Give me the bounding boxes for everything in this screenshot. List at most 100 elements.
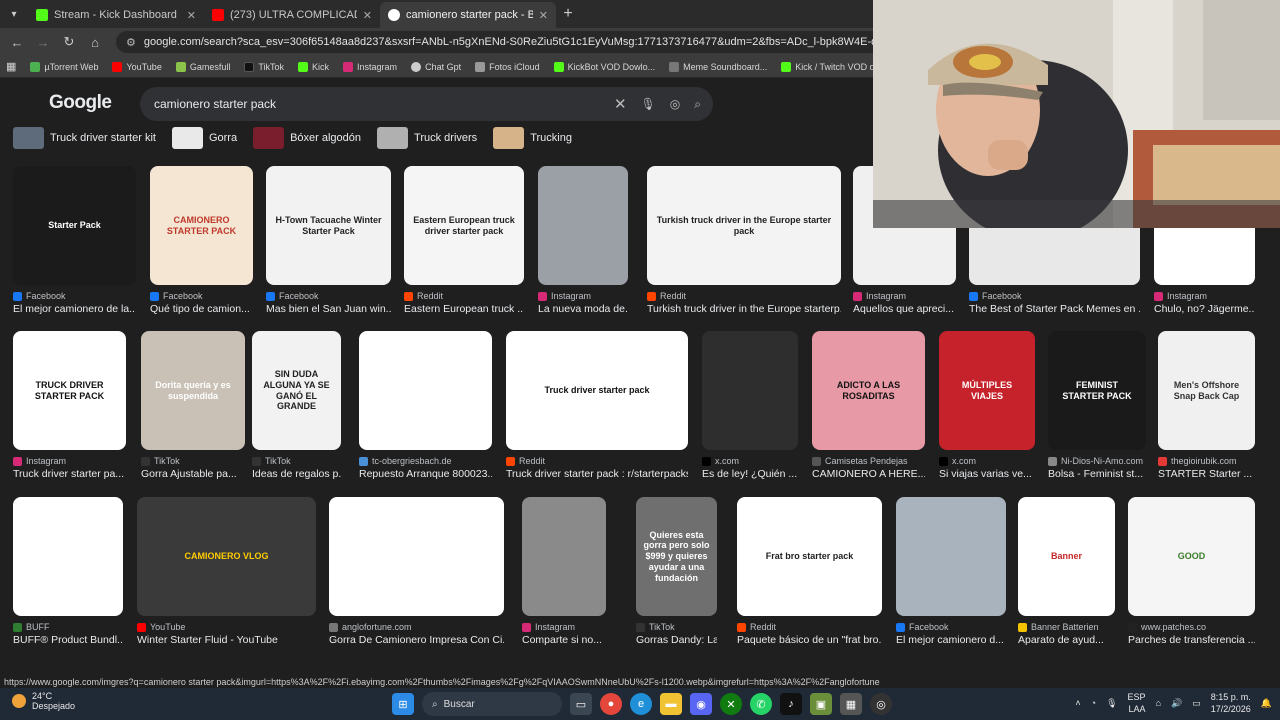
xbox-icon[interactable]: ✕ bbox=[720, 693, 742, 715]
forward-button[interactable]: → bbox=[32, 31, 54, 53]
result-source[interactable]: TikTok bbox=[141, 456, 180, 466]
image-result[interactable]: Frat bro starter pack Reddit Paquete básic… bbox=[737, 497, 882, 654]
result-thumbnail[interactable]: H-Town Tacuache Winter Starter Pack bbox=[266, 166, 391, 285]
result-thumbnail[interactable]: CAMIONERO VLOG bbox=[137, 497, 316, 616]
result-source[interactable]: BUFF bbox=[13, 622, 50, 632]
image-result[interactable]: FEMINIST STARTER PACK Ni-Dios-Ni-Amo.com B… bbox=[1048, 331, 1146, 488]
result-source[interactable]: Facebook bbox=[969, 291, 1022, 301]
result-caption[interactable]: Gorra Ajustable pa... bbox=[141, 468, 245, 480]
result-source[interactable]: Reddit bbox=[404, 291, 443, 301]
search-input[interactable]: camionero starter pack ✕ 🎙 ◎ ⌕ bbox=[140, 87, 713, 121]
image-result[interactable]: CAMIONERO STARTER PACK Facebook Qué tipo d… bbox=[150, 166, 253, 323]
whatsapp-icon[interactable]: ✆ bbox=[750, 693, 772, 715]
result-caption[interactable]: Gorras Dandy: Las... bbox=[636, 634, 717, 646]
result-caption[interactable]: Aquellos que apreci... bbox=[853, 303, 956, 315]
battery-icon[interactable]: ▭ bbox=[1192, 698, 1201, 709]
result-source[interactable]: Ni-Dios-Ni-Amo.com bbox=[1048, 456, 1143, 466]
result-caption[interactable]: Chulo, no? Jägerme... bbox=[1154, 303, 1255, 315]
image-result[interactable]: Turkish truck driver in the Europe start… bbox=[647, 166, 841, 323]
result-thumbnail[interactable] bbox=[538, 166, 628, 285]
result-caption[interactable]: El mejor camionero de la... bbox=[13, 303, 136, 315]
task-view-icon[interactable]: ▭ bbox=[570, 693, 592, 715]
notification-icon[interactable]: 🔔 bbox=[1261, 698, 1272, 709]
result-thumbnail[interactable]: CAMIONERO STARTER PACK bbox=[150, 166, 253, 285]
image-result[interactable]: Instagram Comparte si no... bbox=[522, 497, 606, 654]
result-thumbnail[interactable] bbox=[13, 497, 123, 616]
result-caption[interactable]: STARTER Starter ... bbox=[1158, 468, 1255, 480]
result-caption[interactable]: Mas bien el San Juan win... bbox=[266, 303, 391, 315]
result-caption[interactable]: Repuesto Arranque 800023... bbox=[359, 468, 492, 480]
volume-icon[interactable]: 🔊 bbox=[1171, 698, 1182, 709]
result-caption[interactable]: The Best of Starter Pack Memes en ... bbox=[969, 303, 1140, 315]
result-caption[interactable]: Qué tipo de camion... bbox=[150, 303, 253, 315]
chip-trucking[interactable]: Trucking bbox=[493, 126, 578, 150]
result-source[interactable]: Reddit bbox=[647, 291, 686, 301]
image-result[interactable]: GOOD www.patches.co Parches de transferenc… bbox=[1128, 497, 1255, 654]
image-result[interactable]: Starter Pack Facebook El mejor camionero d… bbox=[13, 166, 136, 323]
result-thumbnail[interactable]: SIN DUDA ALGUNA YA SE GANÓ EL GRANDE bbox=[252, 331, 341, 450]
result-thumbnail[interactable]: Truck driver starter pack bbox=[506, 331, 688, 450]
result-source[interactable]: www.patches.co bbox=[1128, 622, 1206, 632]
bookmark-kickbot[interactable]: KickBot VOD Dowlo... bbox=[553, 61, 655, 72]
result-thumbnail[interactable]: Quieres esta gorra pero solo $999 y quie… bbox=[636, 497, 717, 616]
result-source[interactable]: Facebook bbox=[896, 622, 949, 632]
result-source[interactable]: x.com bbox=[939, 456, 976, 466]
result-thumbnail[interactable]: FEMINIST STARTER PACK bbox=[1048, 331, 1146, 450]
result-source[interactable]: Instagram bbox=[522, 622, 575, 632]
result-source[interactable]: TikTok bbox=[636, 622, 675, 632]
result-source[interactable]: anglofortune.com bbox=[329, 622, 412, 632]
image-result[interactable]: Dorita quería y es suspendida TikTok Gorra… bbox=[141, 331, 245, 488]
bookmark-utorrent[interactable]: µTorrent Web bbox=[30, 61, 98, 72]
image-result[interactable]: x.com Es de ley! ¿Quién ... bbox=[702, 331, 798, 488]
result-caption[interactable]: Gorra De Camionero Impresa Con Ci... bbox=[329, 634, 504, 646]
close-icon[interactable]: ✕ bbox=[187, 9, 196, 22]
bookmark-kick[interactable]: Kick bbox=[298, 61, 329, 72]
home-button[interactable]: ⌂ bbox=[84, 31, 106, 53]
clock[interactable]: 8:15 p. m. 17/2/2026 bbox=[1211, 691, 1251, 715]
bookmark-instagram[interactable]: Instagram bbox=[343, 61, 397, 72]
tiktok-icon[interactable]: ♪ bbox=[780, 693, 802, 715]
new-tab-button[interactable]: + bbox=[556, 5, 580, 23]
clear-icon[interactable]: ✕ bbox=[614, 95, 627, 113]
result-source[interactable]: Instagram bbox=[1154, 291, 1207, 301]
tab-youtube[interactable]: (273) ULTRA COMPLICADO REA ✕ bbox=[204, 2, 380, 28]
result-caption[interactable]: Aparato de ayud... bbox=[1018, 634, 1115, 646]
result-caption[interactable]: Parches de transferencia ... bbox=[1128, 634, 1255, 646]
image-result[interactable]: Eastern European truck driver starter pa… bbox=[404, 166, 524, 323]
image-result[interactable]: MÚLTIPLES VIAJES x.com Si viajas varias ve… bbox=[939, 331, 1035, 488]
result-source[interactable]: YouTube bbox=[137, 622, 185, 632]
result-source[interactable]: TikTok bbox=[252, 456, 291, 466]
file-explorer-icon[interactable]: ▬ bbox=[660, 693, 682, 715]
tab-kick-dashboard[interactable]: Stream - Kick Dashboard ✕ bbox=[28, 2, 204, 28]
bookmark-tiktok[interactable]: TikTok bbox=[244, 61, 284, 72]
bookmark-gamesfull[interactable]: Gamesfull bbox=[175, 61, 230, 72]
chevron-up-icon[interactable]: ˄ bbox=[1075, 698, 1080, 708]
result-caption[interactable]: Ideas de regalos p... bbox=[252, 468, 341, 480]
result-caption[interactable]: Turkish truck driver in the Europe start… bbox=[647, 303, 841, 315]
result-source[interactable]: Camisetas Pendejas bbox=[812, 456, 908, 466]
result-thumbnail[interactable] bbox=[702, 331, 798, 450]
result-caption[interactable]: Eastern European truck ... bbox=[404, 303, 524, 315]
image-result[interactable]: Men's Offshore Snap Back Cap thegioirubik… bbox=[1158, 331, 1255, 488]
image-result[interactable]: BUFF BUFF® Product Bundl... bbox=[13, 497, 123, 654]
close-icon[interactable]: ✕ bbox=[539, 9, 548, 22]
image-result[interactable]: CAMIONERO VLOG YouTube Winter Starter Flui… bbox=[137, 497, 316, 654]
image-result[interactable]: Banner Banner Batterien Aparato de ayud... bbox=[1018, 497, 1115, 654]
address-bar[interactable]: ⚙ google.com/search?sca_esv=306f65148aa8… bbox=[116, 31, 886, 53]
result-thumbnail[interactable]: Men's Offshore Snap Back Cap bbox=[1158, 331, 1255, 450]
minecraft-icon[interactable]: ▣ bbox=[810, 693, 832, 715]
tab-google-search[interactable]: camionero starter pack - Busca ✕ bbox=[380, 2, 556, 28]
result-caption[interactable]: Winter Starter Fluid - YouTube bbox=[137, 634, 316, 646]
result-thumbnail[interactable] bbox=[522, 497, 606, 616]
reload-button[interactable]: ↻ bbox=[58, 31, 80, 53]
search-icon[interactable]: ⌕ bbox=[694, 97, 701, 112]
result-caption[interactable]: Es de ley! ¿Quién ... bbox=[702, 468, 798, 480]
tab-search-icon[interactable]: ▾ bbox=[0, 0, 28, 28]
bookmark-chatgpt[interactable]: Chat Gpt bbox=[411, 61, 461, 72]
google-logo[interactable]: Google bbox=[49, 92, 112, 114]
bookmark-soundboard[interactable]: Meme Soundboard... bbox=[669, 61, 767, 72]
back-button[interactable]: ← bbox=[6, 31, 28, 53]
close-icon[interactable]: ✕ bbox=[363, 9, 372, 22]
result-thumbnail[interactable]: GOOD bbox=[1128, 497, 1255, 616]
apps-icon[interactable]: ▦ bbox=[6, 60, 16, 73]
